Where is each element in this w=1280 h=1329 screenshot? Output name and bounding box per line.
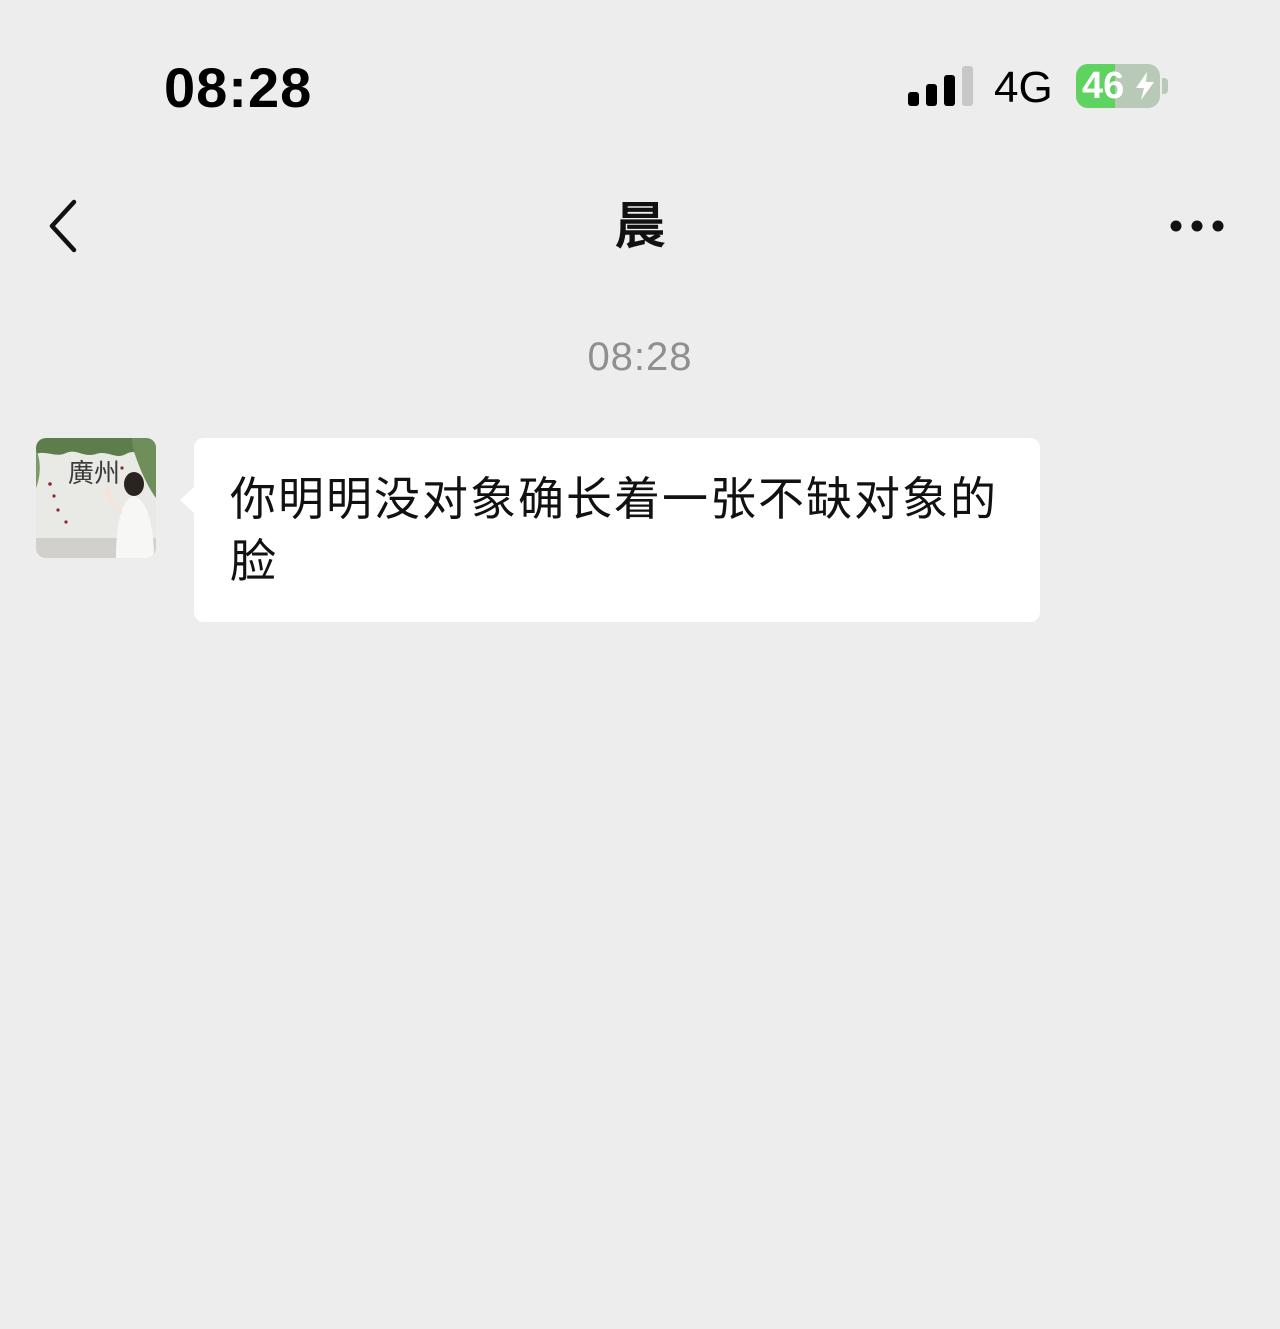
battery-indicator: 46 [1076, 64, 1160, 108]
message-bubble[interactable]: 你明明没对象确长着一张不缺对象的脸 [194, 438, 1040, 622]
chevron-left-icon [49, 199, 77, 253]
message-timestamp: 08:28 [587, 335, 693, 379]
cellular-signal-icon [908, 66, 973, 106]
avatar-caption: 廣州 [68, 459, 120, 489]
more-dots-icon [1170, 220, 1224, 232]
battery-cap [1162, 78, 1168, 94]
avatar-photo: 廣州 [36, 438, 156, 558]
status-bar: 08:28 4G 46 [0, 0, 1280, 170]
more-options-button[interactable] [1160, 204, 1236, 248]
chat-title: 晨 [615, 197, 665, 255]
nav-bar: 晨 [0, 170, 1280, 290]
status-time: 08:28 [164, 56, 313, 119]
contact-avatar[interactable]: 廣州 [36, 438, 156, 558]
message-text: 你明明没对象确长着一张不缺对象的脸 [230, 472, 998, 588]
network-type-label: 4G [994, 63, 1053, 112]
charging-bolt-icon [1136, 72, 1154, 100]
battery-percent: 46 [1082, 65, 1125, 107]
message-bubble-tail [180, 486, 195, 514]
back-button[interactable] [30, 186, 100, 266]
